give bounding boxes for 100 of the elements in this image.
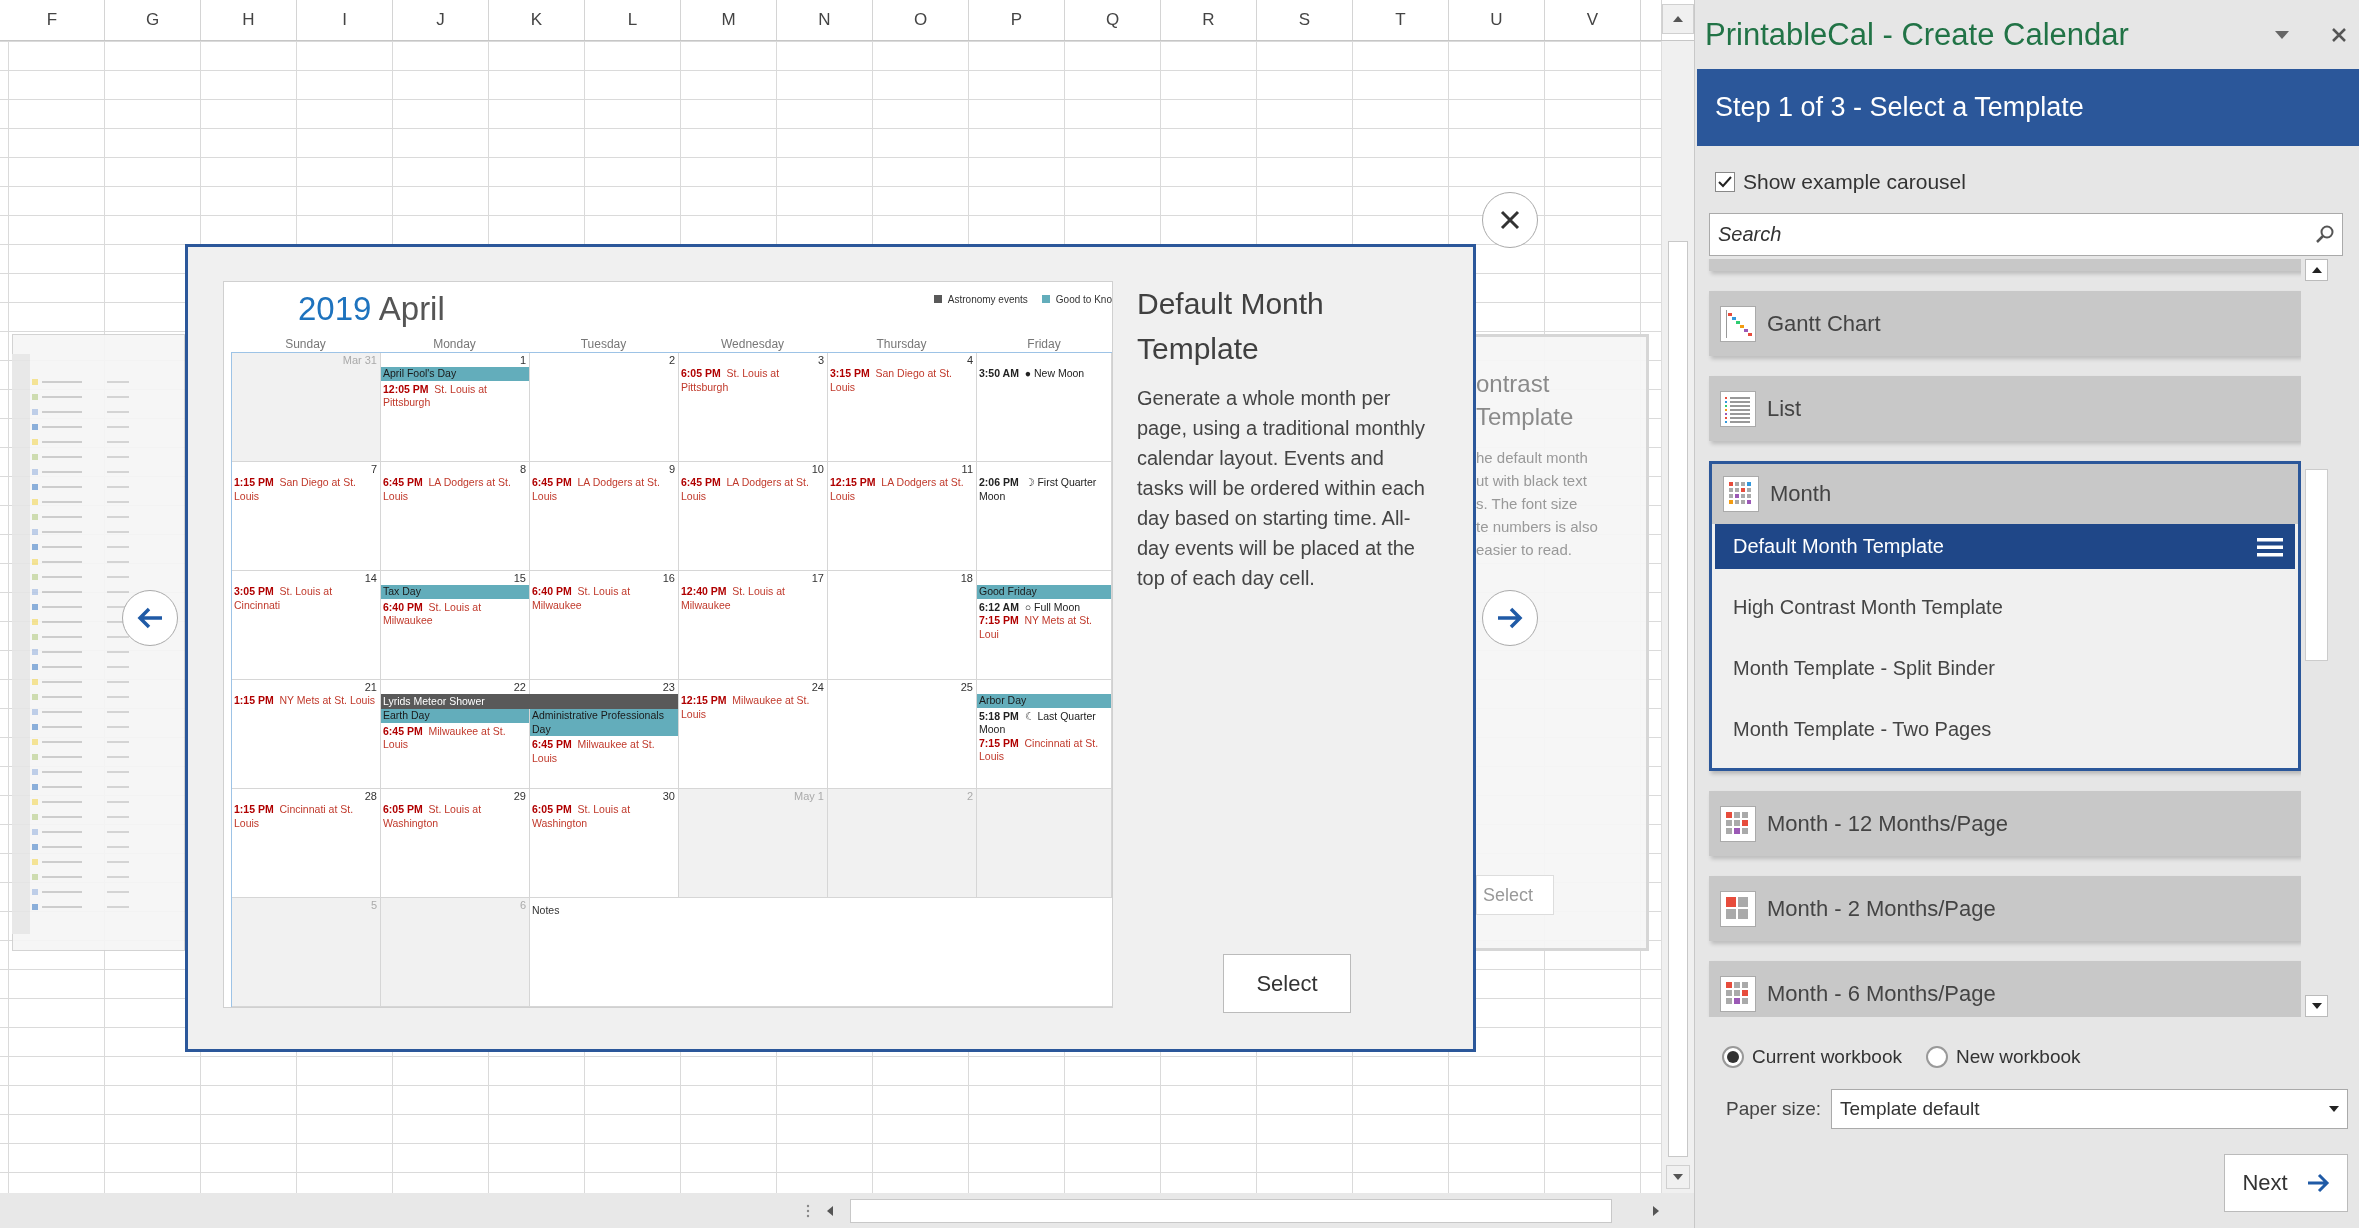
template-title: ontrast <box>1476 369 1551 399</box>
menu-icon[interactable] <box>2257 536 2283 557</box>
column-header[interactable]: I <box>297 0 393 40</box>
calendar-event: 3:05 PM St. Louis at Cincinnati <box>233 585 334 612</box>
calendar-event: 7:15 PM NY Mets at St. Loui <box>978 614 1094 641</box>
weekday-header: Thursday <box>875 336 928 352</box>
template-category[interactable]: Month - 6 Months/Page <box>1709 961 2301 1017</box>
column-header[interactable]: R <box>1161 0 1257 40</box>
column-header[interactable]: S <box>1257 0 1353 40</box>
calendar-icon <box>1720 805 1756 842</box>
vertical-scrollbar[interactable] <box>1661 41 1694 1193</box>
column-header[interactable]: H <box>201 0 297 40</box>
close-icon[interactable] <box>2331 26 2347 43</box>
scrollbar-thumb[interactable] <box>2305 469 2328 661</box>
field-label: Paper size: <box>1726 1098 1822 1120</box>
weekday-header: Wednesday <box>719 336 786 352</box>
horizontal-scrollbar[interactable] <box>850 1198 1612 1223</box>
calendar-event: Arbor Day <box>977 694 1111 708</box>
date-number: Mar 31 <box>342 353 377 367</box>
checkbox[interactable] <box>1715 172 1735 192</box>
paper-size-dropdown[interactable]: Template default <box>1831 1089 2348 1129</box>
column-header[interactable]: F <box>0 0 105 40</box>
calendar-event: 6:12 AM ○ Full Moon <box>978 600 1082 614</box>
column-header[interactable]: G <box>105 0 201 40</box>
column-header[interactable]: N <box>777 0 873 40</box>
date-number: 16 <box>662 571 675 585</box>
close-button[interactable] <box>1482 192 1538 248</box>
template-category[interactable]: Month - 12 Months/Page <box>1709 791 2301 856</box>
template-item[interactable]: Month Template - Two Pages <box>1715 707 2295 752</box>
template-category[interactable]: Month - 2 Months/Page <box>1709 876 2301 941</box>
date-number: 17 <box>811 571 824 585</box>
radio-button[interactable] <box>1925 1046 1948 1068</box>
calendar-event: 12:15 PM Milwaukee at St. Louis <box>680 694 811 721</box>
date-number: 3 <box>817 353 824 367</box>
date-number: 22 <box>513 680 526 694</box>
scroll-down-button[interactable] <box>1666 1165 1690 1189</box>
date-number: 1 <box>519 353 526 367</box>
search-icon[interactable] <box>2315 224 2335 244</box>
calendar-event: 6:45 PM LA Dodgers at St. Louis <box>531 476 661 503</box>
radio-label: New workbook <box>1955 1046 2081 1068</box>
template-title: Default Month Template <box>1137 286 1325 367</box>
checkbox-label: Show example carousel <box>1743 170 1966 194</box>
column-header[interactable]: O <box>873 0 969 40</box>
calendar-icon <box>1720 975 1756 1012</box>
select-button[interactable]: Select <box>1223 954 1351 1013</box>
calendar-event: 6:40 PM St. Louis at Milwaukee <box>531 585 632 612</box>
calendar-event: 12:05 PM St. Louis at Pittsburgh <box>382 382 488 410</box>
scrollbar-thumb[interactable] <box>1668 241 1688 1157</box>
column-header[interactable]: J <box>393 0 489 40</box>
arrow-right-icon <box>1496 606 1524 630</box>
date-number: 24 <box>811 680 824 694</box>
search-field[interactable]: Search <box>1709 213 2343 256</box>
arrow-left-icon <box>136 606 164 630</box>
calendar-event: 6:45 PM LA Dodgers at St. Louis <box>382 476 512 503</box>
template-category[interactable]: List <box>1709 376 2301 441</box>
date-number: 23 <box>662 680 675 694</box>
calendar-event: 1:15 PM NY Mets at St. Louis <box>233 694 377 708</box>
close-icon <box>1499 209 1521 231</box>
caret-icon[interactable] <box>2275 30 2289 39</box>
column-header[interactable]: M <box>681 0 777 40</box>
date-number: 4 <box>966 353 973 367</box>
template-category[interactable]: Gantt Chart <box>1709 291 2301 356</box>
radio-button[interactable] <box>1722 1046 1744 1068</box>
scroll-up-button[interactable] <box>2305 259 2328 281</box>
weekday-header: Monday <box>432 336 477 352</box>
column-header[interactable]: L <box>585 0 681 40</box>
calendar-event: Administrative Professionals Day <box>530 709 678 736</box>
calendar-event: 6:45 PM Milwaukee at St. Louis <box>531 738 656 765</box>
column-header[interactable]: U <box>1449 0 1545 40</box>
calendar-event: 6:45 PM Milwaukee at St. Louis <box>382 724 507 752</box>
scroll-up-button[interactable] <box>1662 4 1694 34</box>
date-number: 14 <box>364 571 377 585</box>
calendar-event: 1:15 PM Cincinnati at St. Louis <box>233 803 355 830</box>
calendar-icon <box>1720 305 1756 342</box>
arrow-right-icon <box>2305 1173 2330 1193</box>
calendar-event: 12:15 PM LA Dodgers at St. Louis <box>829 476 965 503</box>
template-item[interactable]: Default Month Template <box>1715 524 2295 569</box>
column-header[interactable]: K <box>489 0 585 40</box>
next-button[interactable]: Next <box>2224 1154 2348 1212</box>
calendar-event: 6:05 PM St. Louis at Washington <box>382 803 483 830</box>
column-header[interactable]: Q <box>1065 0 1161 40</box>
calendar-event: 6:05 PM St. Louis at Pittsburgh <box>680 367 781 394</box>
column-header[interactable]: P <box>969 0 1065 40</box>
date-number: 5 <box>370 898 377 912</box>
calendar-event: 12:40 PM St. Louis at Milwaukee <box>680 585 786 612</box>
calendar-event: 6:40 PM St. Louis at Milwaukee <box>382 600 483 628</box>
template-category[interactable]: Month <box>1712 464 2298 524</box>
date-number: 29 <box>513 789 526 803</box>
template-item[interactable]: High Contrast Month Template <box>1715 585 2295 630</box>
calendar-event: 2:06 PM ☽ First Quarter Moon <box>978 476 1098 503</box>
weekday-header: Sunday <box>284 336 327 352</box>
triangle-down-icon <box>1673 1174 1683 1180</box>
grip-icon[interactable] <box>806 1203 810 1218</box>
triangle-left-icon <box>827 1205 833 1216</box>
caret-icon <box>2329 1106 2339 1112</box>
column-header[interactable]: V <box>1545 0 1641 40</box>
scroll-down-button[interactable] <box>2305 995 2328 1017</box>
column-header[interactable]: T <box>1353 0 1449 40</box>
template-item[interactable]: Month Template - Split Binder <box>1715 646 2295 691</box>
step-header: Step 1 of 3 - Select a Template <box>1697 69 2359 146</box>
